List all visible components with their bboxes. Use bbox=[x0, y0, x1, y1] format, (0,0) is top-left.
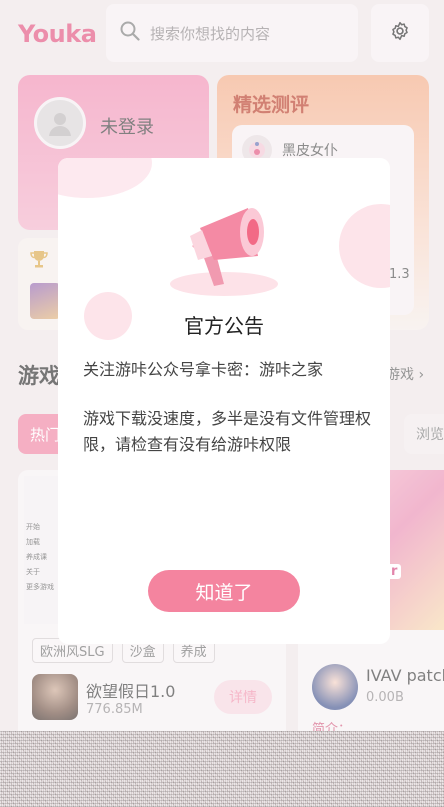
screen-artifact bbox=[0, 731, 444, 807]
decor-circle bbox=[339, 204, 390, 288]
decor-circle bbox=[58, 158, 152, 198]
dialog-title: 官方公告 bbox=[184, 314, 264, 338]
dialog-message: 关注游咔公众号拿卡密：游咔之家 bbox=[83, 360, 324, 379]
announcement-dialog: 官方公告 关注游咔公众号拿卡密：游咔之家 游戏下载没速度，多半是没有文件管理权限… bbox=[58, 158, 390, 644]
app-screen: Youka 搜索你想找的内容 未登录 精选测评 黑皮女仆 1.3 游戏 游戏 ›… bbox=[0, 0, 444, 807]
dialog-message: 游戏下载没速度，多半是没有文件管理权限，请检查有没有给游咔权限 bbox=[83, 409, 372, 454]
megaphone-icon bbox=[170, 198, 280, 306]
confirm-button[interactable]: 知道了 bbox=[148, 570, 300, 612]
